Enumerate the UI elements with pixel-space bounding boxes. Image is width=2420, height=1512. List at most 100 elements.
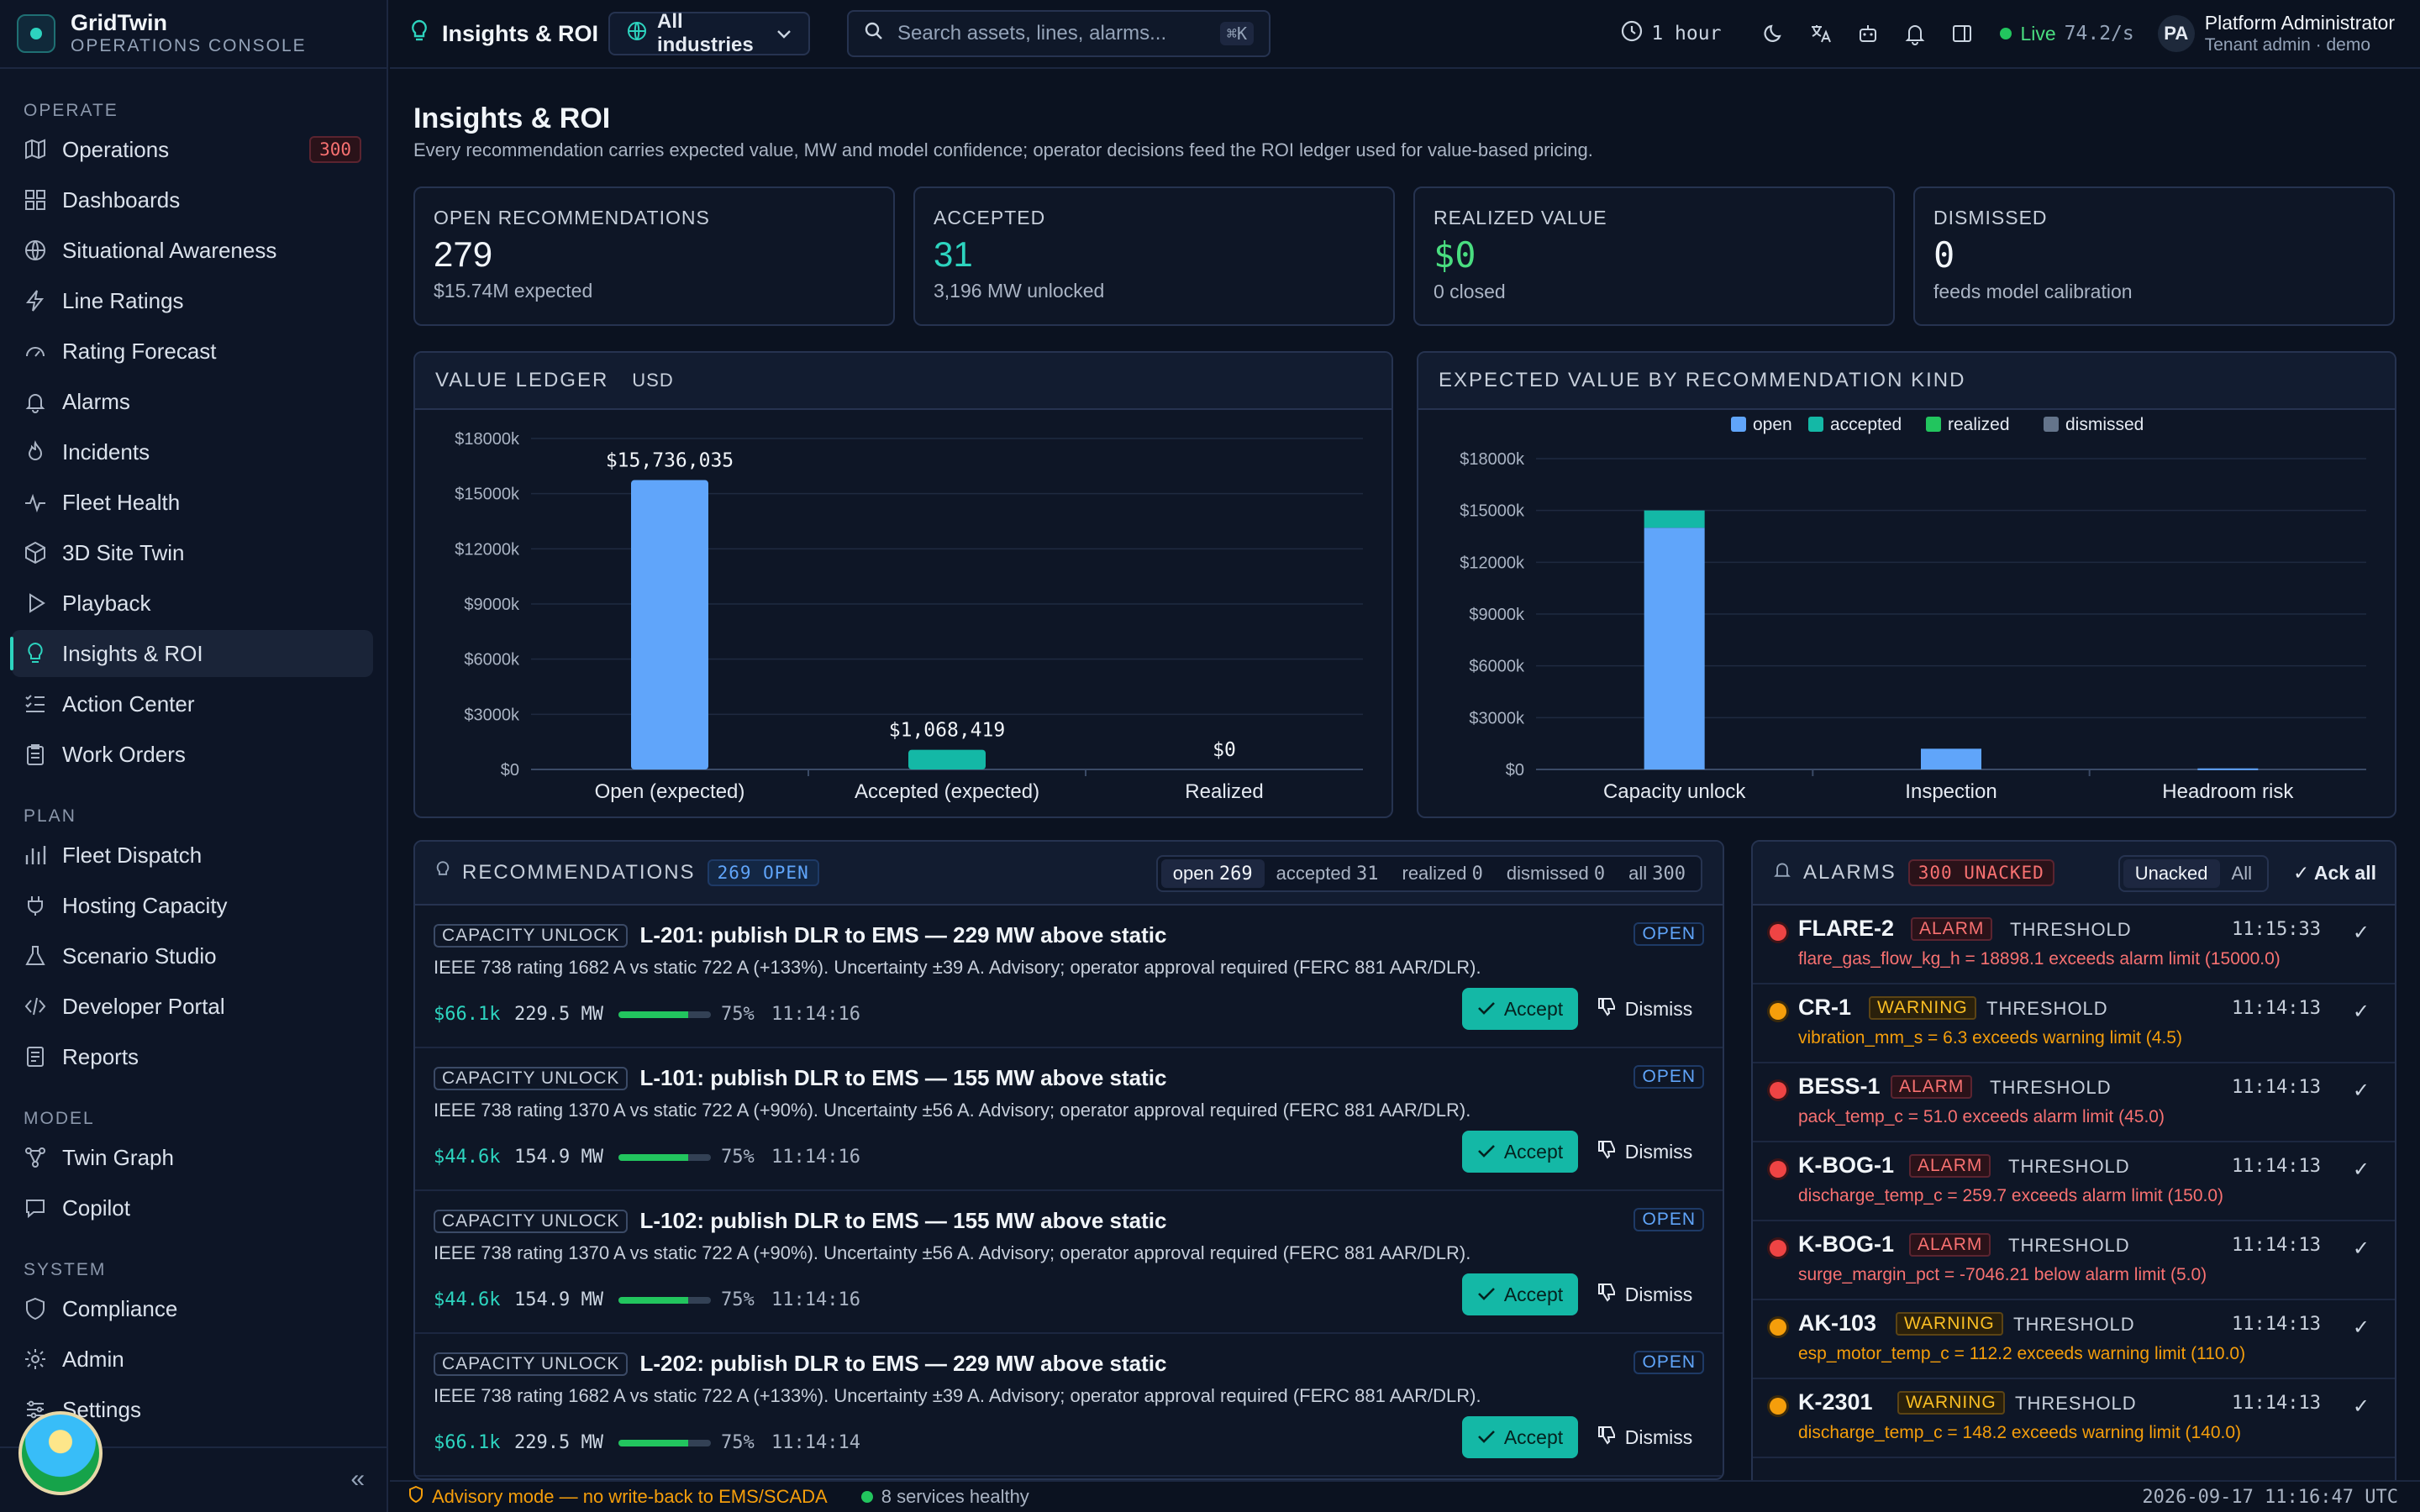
legend-item[interactable]: realized [1926, 415, 2010, 434]
alarm-filter-unacked[interactable]: Unacked [2123, 859, 2220, 888]
check-icon [1477, 998, 1504, 1021]
ack-button[interactable]: ✓ [2353, 1315, 2370, 1340]
ack-button[interactable]: ✓ [2353, 1158, 2370, 1182]
alarm-row[interactable]: AK-103 WARNING THRESHOLD 11:14:13 ✓ esp_motor… [1753, 1300, 2395, 1379]
recommendation-header: CAPACITY UNLOCK L-101: publish DLR to EMS… [434, 1065, 1704, 1091]
sidebar-item-incidents[interactable]: Incidents [12, 428, 373, 475]
sidebar-item-insights-roi[interactable]: Insights & ROI [10, 630, 373, 677]
sidebar-item-hosting-capacity[interactable]: Hosting Capacity [12, 882, 373, 929]
robot-icon[interactable] [1855, 21, 1881, 46]
sidebar-item-label: Developer Portal [62, 993, 225, 1019]
kpi-label: DISMISSED [1933, 207, 2048, 228]
alarm-asset: K-BOG-1 [1798, 1152, 1894, 1178]
filter-tab-dismissed[interactable]: dismissed 0 [1495, 859, 1617, 888]
recommendation-meta: $44.6k 154.9 MW 75% 11:14:16 [434, 1289, 860, 1310]
sidebar-item-twin-graph[interactable]: Twin Graph [12, 1134, 373, 1181]
sidebar-item-scenario-studio[interactable]: Scenario Studio [12, 932, 373, 979]
sidebar-item-operations[interactable]: Operations 300 [12, 126, 373, 173]
time-range-picker[interactable]: 1 hour [1621, 20, 1721, 47]
ack-all-button[interactable]: ✓ Ack all [2293, 862, 2376, 885]
dismiss-button[interactable]: Dismiss [1590, 988, 1699, 1030]
filter-count: 300 [1652, 864, 1686, 885]
sidebar-item-situational-awareness[interactable]: Situational Awareness [12, 227, 373, 274]
bell-icon[interactable] [1902, 21, 1928, 46]
status-badge: OPEN [1634, 1351, 1704, 1374]
ack-button[interactable]: ✓ [2353, 1394, 2370, 1419]
legend-label: dismissed [2065, 415, 2144, 434]
alarm-filter-all[interactable]: All [2220, 859, 2264, 888]
dismiss-button[interactable]: Dismiss [1590, 1416, 1699, 1458]
sidebar-item-developer-portal[interactable]: Developer Portal [12, 983, 373, 1030]
alarm-row[interactable]: K-2301 WARNING THRESHOLD 11:14:13 ✓ discharge… [1753, 1379, 2395, 1458]
accept-button[interactable]: Accept [1462, 1273, 1578, 1315]
filter-tab-open[interactable]: open 269 [1160, 859, 1265, 888]
topbar-right: 1 hour Live 74.2/s PA Platform Administr… [1621, 0, 2395, 68]
alarm-row[interactable]: BESS-1 ALARM THRESHOLD 11:14:13 ✓ pack_temp_c… [1753, 1063, 2395, 1142]
page-subtitle: Every recommendation carries expected va… [413, 139, 1593, 160]
sidebar-item-work-orders[interactable]: Work Orders [12, 731, 373, 778]
y-tick-label: $9000k [1469, 606, 1525, 624]
industry-select[interactable]: All industries [608, 10, 810, 56]
sidebar-item-compliance[interactable]: Compliance [12, 1285, 373, 1332]
ack-button[interactable]: ✓ [2353, 1000, 2370, 1024]
ack-button[interactable]: ✓ [2353, 1236, 2370, 1261]
status-badge: OPEN [1634, 922, 1704, 946]
panel-toggle-icon[interactable] [1949, 21, 1975, 46]
clipboard-icon [24, 743, 47, 766]
sidebar-item-dashboards[interactable]: Dashboards [12, 176, 373, 223]
sidebar-item-fleet-dispatch[interactable]: Fleet Dispatch [12, 832, 373, 879]
assistant-avatar[interactable] [18, 1411, 103, 1495]
bar [631, 480, 708, 769]
x-tick-label: Accepted (expected) [855, 780, 1039, 803]
translate-icon[interactable] [1808, 21, 1833, 46]
filter-tab-realized[interactable]: realized 0 [1391, 859, 1495, 888]
moon-icon[interactable] [1761, 21, 1786, 46]
ack-button[interactable]: ✓ [2353, 921, 2370, 945]
sidebar-item-reports[interactable]: Reports [12, 1033, 373, 1080]
user-avatar[interactable]: PA [2157, 15, 2195, 52]
alarm-row[interactable]: FLARE-2 ALARM THRESHOLD 11:15:33 ✓ flare_gas_… [1753, 906, 2395, 984]
legend-item[interactable]: accepted [1808, 415, 1902, 434]
confidence-label: 75% [721, 1004, 755, 1025]
sidebar-item-3d-site-twin[interactable]: 3D Site Twin [12, 529, 373, 576]
alarms-panel: ALARMS 300 UNACKED Unacked All ✓ Ack all … [1751, 840, 2396, 1512]
sidebar-item-action-center[interactable]: Action Center [12, 680, 373, 727]
dismiss-button[interactable]: Dismiss [1590, 1131, 1699, 1173]
alarm-row[interactable]: K-BOG-1 ALARM THRESHOLD 11:14:13 ✓ surge_marg… [1753, 1221, 2395, 1300]
sidebar-item-label: Compliance [62, 1295, 178, 1321]
filter-tab-accepted[interactable]: accepted 31 [1265, 859, 1391, 888]
accept-button[interactable]: Accept [1462, 1416, 1578, 1458]
status-bar: Advisory mode — no write-back to EMS/SCA… [390, 1480, 2420, 1512]
alarm-asset: K-BOG-1 [1798, 1231, 1894, 1257]
ack-button[interactable]: ✓ [2353, 1079, 2370, 1103]
alarm-row[interactable]: K-BOG-1 ALARM THRESHOLD 11:14:13 ✓ discharge_… [1753, 1142, 2395, 1221]
brand[interactable]: GridTwin OPERATIONS CONSOLE [0, 0, 387, 69]
recommendation-title[interactable]: L-102: publish DLR to EMS — 155 MW above… [639, 1208, 1166, 1233]
kpi-label: OPEN RECOMMENDATIONS [434, 207, 710, 228]
filter-tab-all[interactable]: all 300 [1617, 859, 1697, 888]
legend-item[interactable]: dismissed [2044, 415, 2144, 434]
sidebar-item-alarms[interactable]: Alarms [12, 378, 373, 425]
alarm-row[interactable]: CR-1 WARNING THRESHOLD 11:14:13 ✓ vibration_m… [1753, 984, 2395, 1063]
code-icon [24, 995, 47, 1018]
recommendation-title[interactable]: L-201: publish DLR to EMS — 229 MW above… [639, 922, 1166, 948]
sidebar-item-line-ratings[interactable]: Line Ratings [12, 277, 373, 324]
search-input[interactable] [897, 22, 1200, 45]
legend-item[interactable]: open [1731, 415, 1792, 434]
user-menu[interactable]: Platform Administrator Tenant admin · de… [2205, 11, 2395, 56]
collapse-sidebar-button[interactable]: « [350, 1465, 365, 1494]
accept-button[interactable]: Accept [1462, 1131, 1578, 1173]
sidebar-item-label: Admin [62, 1346, 124, 1372]
sidebar-item-copilot[interactable]: Copilot [12, 1184, 373, 1231]
sidebar-item-admin[interactable]: Admin [12, 1336, 373, 1383]
sidebar-item-fleet-health[interactable]: Fleet Health [12, 479, 373, 526]
recommendation-title[interactable]: L-101: publish DLR to EMS — 155 MW above… [639, 1065, 1166, 1090]
sidebar-item-playback[interactable]: Playback [12, 580, 373, 627]
kpi-card: ACCEPTED 31 3,196 MW unlocked [913, 186, 1395, 326]
accept-button[interactable]: Accept [1462, 988, 1578, 1030]
search-box[interactable]: ⌘K [847, 10, 1270, 57]
services-status[interactable]: 8 services healthy [860, 1486, 1029, 1508]
dismiss-button[interactable]: Dismiss [1590, 1273, 1699, 1315]
sidebar-item-rating-forecast[interactable]: Rating Forecast [12, 328, 373, 375]
recommendation-title[interactable]: L-202: publish DLR to EMS — 229 MW above… [639, 1351, 1166, 1376]
